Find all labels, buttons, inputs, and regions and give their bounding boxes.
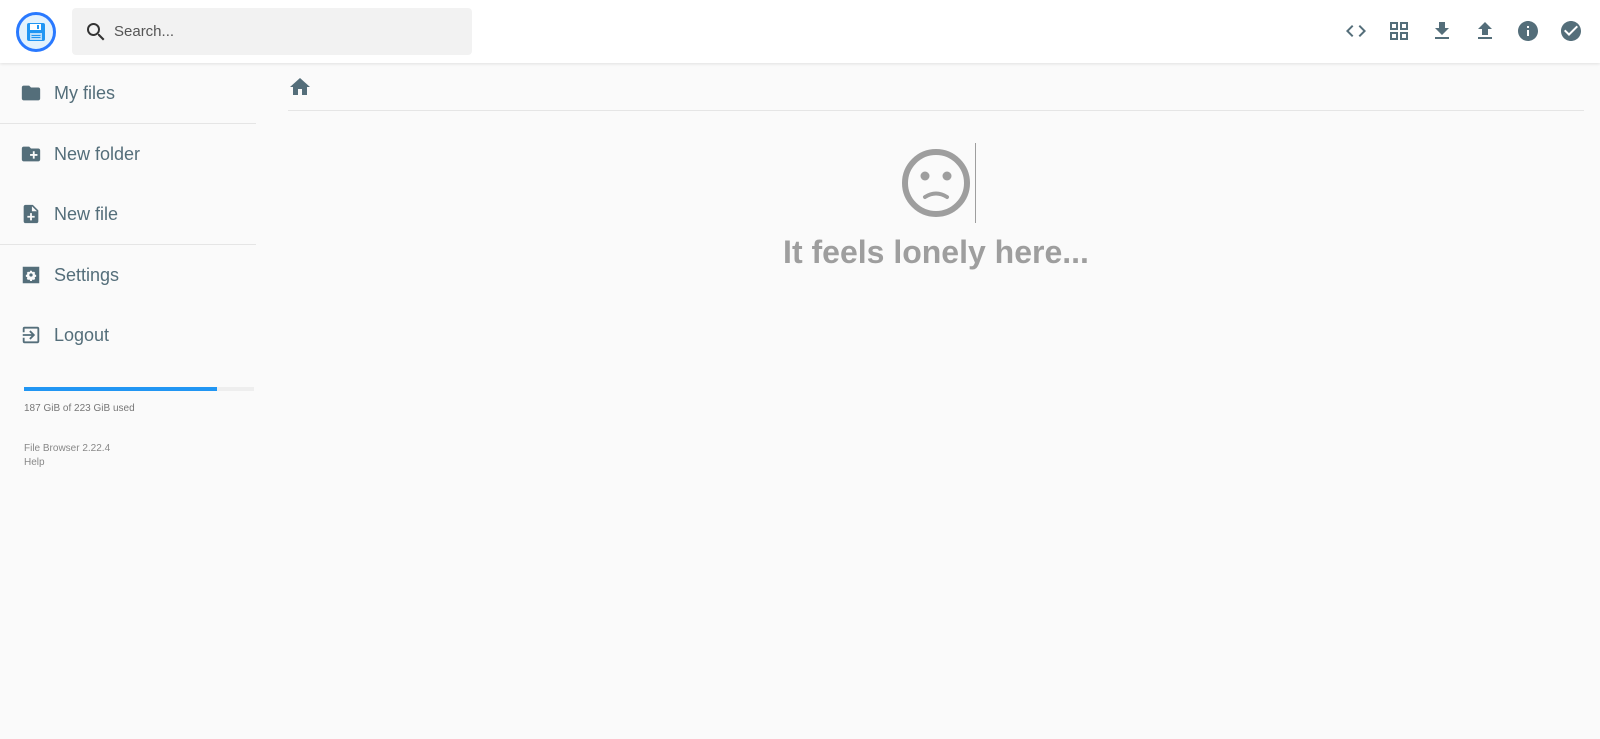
info-button[interactable] (1511, 14, 1545, 48)
logout-icon (22, 326, 40, 344)
quota-progress-bar (24, 387, 254, 391)
switch-view-button[interactable] (1382, 14, 1416, 48)
header-actions (1330, 14, 1588, 48)
quota-progress-fill (24, 387, 217, 391)
credits: File Browser 2.22.4 Help (24, 442, 256, 470)
upload-icon (1478, 22, 1492, 39)
create-new-folder-icon (21, 146, 41, 162)
info-icon (1518, 21, 1538, 41)
top-header (0, 0, 1600, 63)
sidebar-item-label: My files (54, 82, 116, 103)
app-logo[interactable] (16, 12, 56, 52)
sidebar-item-my-files[interactable]: My files (0, 63, 256, 123)
quota-text: 187 GiB of 223 GiB used (24, 403, 135, 414)
check-circle-icon (1561, 21, 1581, 41)
settings-icon (22, 266, 40, 284)
empty-state: It feels lonely here... (288, 140, 1584, 271)
breadcrumb (288, 63, 1584, 111)
empty-message: It feels lonely here... (783, 234, 1089, 270)
storage-quota: 187 GiB of 223 GiB used (24, 387, 254, 414)
download-icon (1435, 22, 1449, 39)
text-cursor (975, 143, 976, 223)
breadcrumb-home[interactable] (288, 75, 312, 99)
code-icon (1346, 25, 1366, 37)
home-icon (290, 77, 310, 95)
search-input[interactable] (114, 8, 454, 55)
sidebar-item-new-file[interactable]: New file (0, 184, 256, 244)
sidebar-item-label: New file (54, 203, 119, 224)
help-link[interactable]: Help (24, 456, 256, 470)
folder-icon (21, 85, 41, 101)
sidebar-item-new-folder[interactable]: New folder (0, 124, 256, 184)
sentiment-dissatisfied-icon (902, 149, 970, 217)
sidebar-item-label: Logout (54, 324, 110, 345)
code-button[interactable] (1339, 14, 1373, 48)
download-button[interactable] (1425, 14, 1459, 48)
grid-view-icon (1390, 22, 1408, 40)
note-add-icon (23, 204, 39, 224)
floppy-disk-icon (27, 23, 45, 41)
sidebar-item-label: Settings (54, 264, 120, 285)
sidebar: My files New folder New file Settings Lo… (0, 63, 256, 470)
upload-button[interactable] (1468, 14, 1502, 48)
search-icon (87, 23, 105, 41)
sidebar-item-label: New folder (54, 143, 141, 164)
search-box[interactable] (72, 8, 472, 55)
sidebar-item-logout[interactable]: Logout (0, 305, 256, 365)
version-text: File Browser 2.22.4 (24, 443, 111, 454)
select-multiple-button[interactable] (1554, 14, 1588, 48)
sidebar-item-settings[interactable]: Settings (0, 245, 256, 305)
